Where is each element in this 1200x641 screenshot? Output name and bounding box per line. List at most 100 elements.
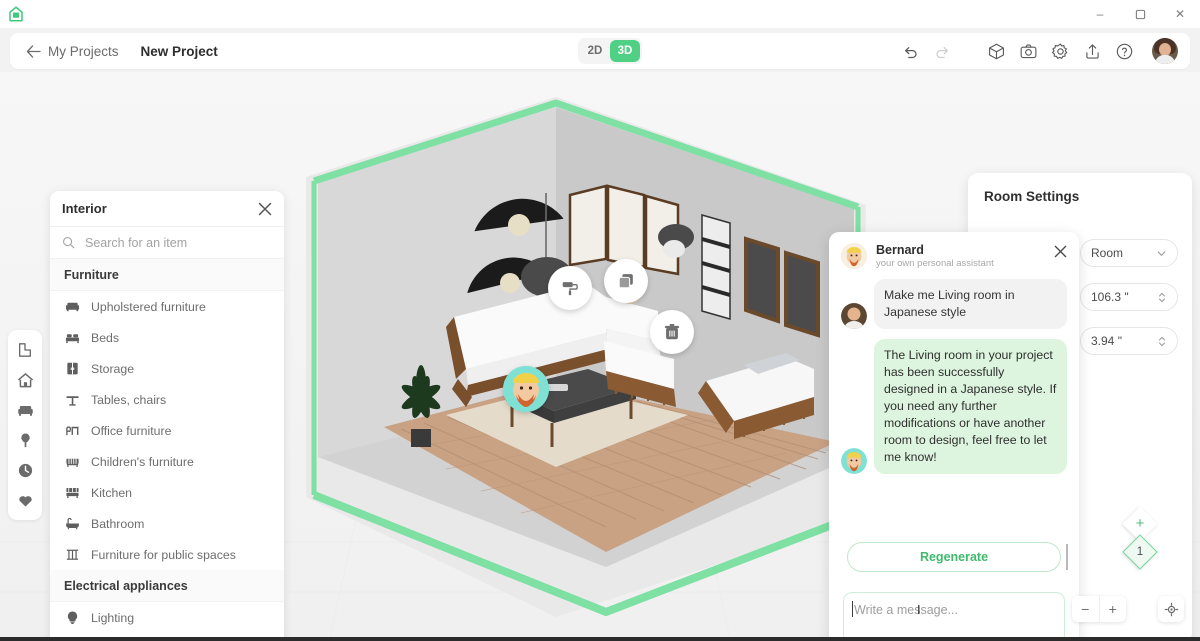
recenter-view-button[interactable] [1158, 596, 1184, 622]
floor-1-label: 1 [1136, 546, 1144, 558]
catalog-item-office-furniture[interactable]: Office furniture [50, 415, 284, 446]
sidebar-item-history[interactable] [11, 456, 39, 484]
share-upload-icon[interactable] [1078, 37, 1106, 65]
bottom-status-bar [0, 637, 1200, 641]
bathtub-icon [64, 516, 80, 532]
chat-message-assistant: The Living room in your project has been… [841, 339, 1067, 474]
chevron-down-icon [1156, 248, 1167, 259]
catalog-item-label: Beds [91, 330, 120, 345]
chat-message-input[interactable]: Write a message... I [843, 592, 1065, 638]
catalog-item-label: Children's furniture [91, 454, 194, 469]
sidebar-item-building[interactable] [11, 366, 39, 394]
close-icon[interactable] [258, 202, 272, 216]
room-dimension-b[interactable]: 3.94 " [1080, 327, 1178, 355]
catalog-item-childrens-furniture[interactable]: Children's furniture [50, 446, 284, 477]
chat-message-user: Make me Living room in Japanese style [841, 279, 1067, 329]
clock-icon [17, 462, 34, 479]
design-viewport[interactable]: Interior Furniture Upholstered fur [0, 72, 1200, 638]
floorplan-corner-icon [17, 342, 33, 358]
copy-icon [616, 271, 636, 291]
redo-button[interactable] [928, 37, 956, 65]
add-floor-label: + [1135, 515, 1145, 532]
room-settings-title: Room Settings [984, 189, 1080, 204]
catalog-item-label: Office furniture [91, 423, 172, 438]
catalog-item-tables-chairs[interactable]: Tables, chairs [50, 384, 284, 415]
bernard-scene-pin[interactable] [503, 366, 549, 412]
tab-3d[interactable]: 3D [610, 40, 640, 62]
cube-icon[interactable] [982, 37, 1010, 65]
chat-scroll-indicator [1066, 544, 1068, 570]
catalog-item-beds[interactable]: Beds [50, 322, 284, 353]
undo-button[interactable] [896, 37, 924, 65]
delete-object-button[interactable] [650, 310, 694, 354]
catalog-item-public-spaces[interactable]: Furniture for public spaces [50, 539, 284, 570]
catalog-item-label: Lighting [91, 610, 135, 625]
window-controls: – ✕ [1080, 0, 1200, 28]
left-tool-rail [8, 330, 42, 520]
close-icon[interactable] [1054, 243, 1067, 258]
top-toolbar: My Projects New Project 2D 3D [10, 33, 1190, 69]
sidebar-item-interior[interactable] [11, 396, 39, 424]
room-dimension-b-value: 3.94 " [1091, 334, 1122, 348]
search-input[interactable] [85, 235, 272, 250]
catalog-item-upholstered[interactable]: Upholstered furniture [50, 291, 284, 322]
interior-panel-header: Interior [50, 191, 284, 227]
sidebar-item-favorites[interactable] [11, 486, 39, 514]
chat-message-list: Make me Living room in Japanese style Th… [829, 275, 1079, 474]
stepper-icon[interactable] [1157, 291, 1167, 304]
maximize-button[interactable] [1120, 0, 1160, 28]
catalog-item-lighting[interactable]: Lighting [50, 602, 284, 633]
camera-icon[interactable] [1014, 37, 1042, 65]
interior-catalog-list: Furniture Upholstered furniture Beds Sto… [50, 259, 284, 638]
bed-icon [64, 330, 80, 346]
close-button[interactable]: ✕ [1160, 0, 1200, 28]
tree-icon [17, 432, 34, 449]
back-to-projects-button[interactable]: My Projects [26, 44, 119, 59]
floor-selector: + 1 [1104, 506, 1176, 570]
paint-object-button[interactable] [548, 266, 592, 310]
minimize-button[interactable]: – [1080, 0, 1120, 28]
catalog-item-storage[interactable]: Storage [50, 353, 284, 384]
gear-icon[interactable] [1046, 37, 1074, 65]
tab-2d[interactable]: 2D [580, 40, 610, 62]
sofa-icon [17, 402, 34, 419]
text-cursor [852, 601, 853, 617]
catalog-item-kitchen[interactable]: Kitchen [50, 477, 284, 508]
assistant-subtitle: your own personal assistant [876, 258, 994, 269]
paint-roller-icon [560, 278, 580, 298]
user-avatar [841, 303, 867, 329]
zoom-out-button[interactable]: − [1072, 596, 1100, 622]
lightbulb-icon [64, 610, 80, 626]
room-3d-model[interactable] [306, 97, 866, 617]
back-to-projects-label: My Projects [48, 43, 119, 59]
interior-panel-title: Interior [62, 201, 107, 216]
room-dimension-a[interactable]: 106.3 " [1080, 283, 1178, 311]
room-type-value: Room [1091, 246, 1124, 260]
catalog-item-label: Upholstered furniture [91, 299, 206, 314]
bench-icon [64, 547, 80, 563]
title-bar: – ✕ [0, 0, 1200, 28]
user-avatar[interactable] [1152, 38, 1178, 64]
search-icon [62, 236, 75, 249]
avatar-body [1155, 55, 1175, 64]
sidebar-item-exterior[interactable] [11, 426, 39, 454]
sidebar-item-floor-plan[interactable] [11, 336, 39, 364]
catalog-item-label: Tables, chairs [91, 392, 167, 407]
zoom-controls: − + [1072, 596, 1126, 622]
category-header-furniture: Furniture [50, 259, 284, 291]
stepper-icon[interactable] [1157, 335, 1167, 348]
zoom-in-button[interactable]: + [1100, 596, 1127, 622]
room-type-select[interactable]: Room [1080, 239, 1178, 267]
floor-1-button[interactable]: 1 [1111, 534, 1169, 570]
shelf-unit [701, 214, 731, 320]
catalog-item-label: Storage [91, 361, 135, 376]
regenerate-button[interactable]: Regenerate [847, 542, 1061, 572]
bernard-avatar [841, 243, 867, 269]
duplicate-object-button[interactable] [604, 259, 648, 303]
room-dimension-a-value: 106.3 " [1091, 290, 1129, 304]
project-name: New Project [140, 43, 218, 59]
question-circle-icon[interactable] [1110, 37, 1138, 65]
toolbar-actions [896, 33, 1178, 69]
catalog-item-bathroom[interactable]: Bathroom [50, 508, 284, 539]
category-header-electrical: Electrical appliances [50, 570, 284, 602]
